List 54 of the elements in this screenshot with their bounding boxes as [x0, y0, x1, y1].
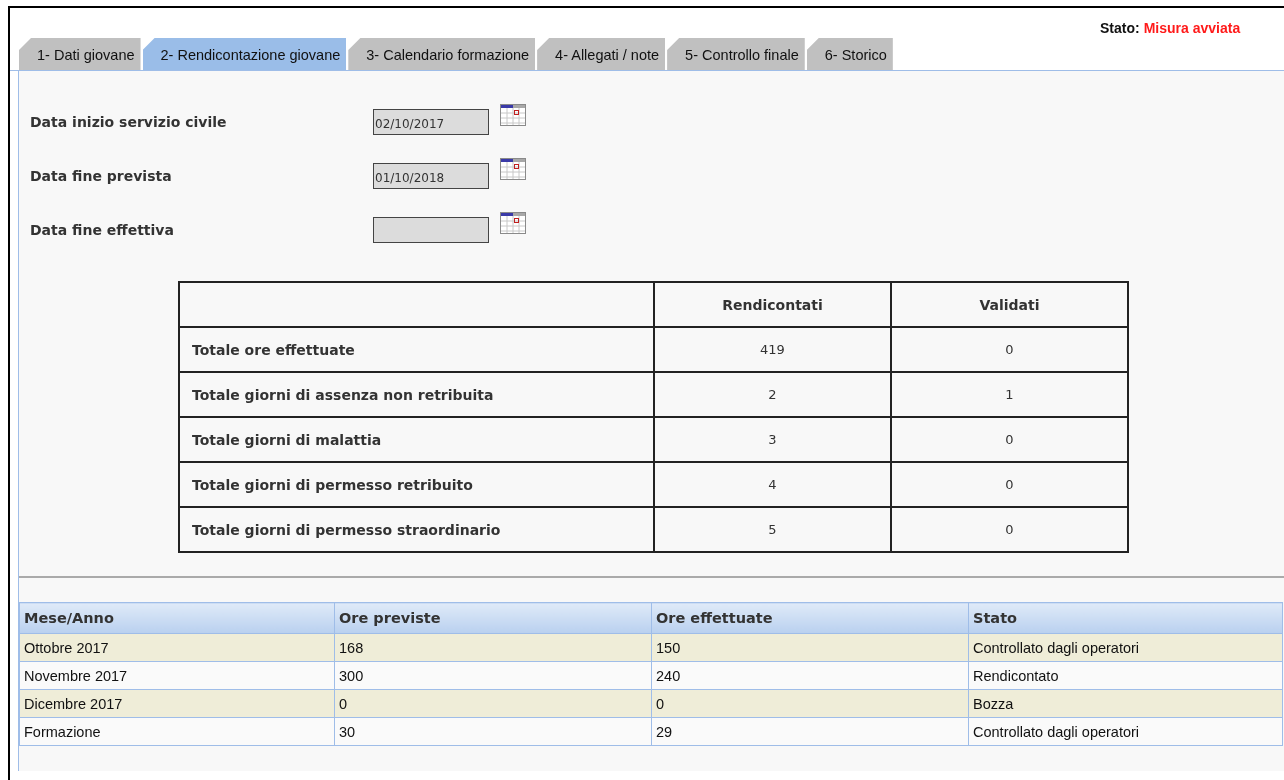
- row-label: Totale ore effettuate: [179, 327, 654, 372]
- table-cell: Dicembre 2017: [19, 689, 335, 718]
- table-cell: 150: [651, 633, 969, 662]
- table-cell: 0: [891, 462, 1128, 507]
- table-cell: 2: [654, 372, 891, 417]
- table-cell: Novembre 2017: [19, 661, 335, 690]
- field-label: Data fine effettiva: [30, 222, 175, 238]
- calendar-icon[interactable]: [500, 104, 526, 126]
- table-cell: 0: [334, 689, 652, 718]
- table-cell: 300: [334, 661, 652, 690]
- status-value: Misura avviata: [1143, 20, 1241, 36]
- date-field[interactable]: 01/10/2018: [373, 163, 489, 189]
- tab[interactable]: 3- Calendario formazione: [348, 38, 536, 70]
- table-cell: Rendicontato: [968, 661, 1283, 690]
- row-label: Totale giorni di assenza non retribuita: [179, 372, 654, 417]
- tab[interactable]: 6- Storico: [806, 38, 893, 70]
- status-label: Stato:: [1100, 20, 1140, 36]
- row-label: Totale giorni di malattia: [179, 417, 654, 462]
- table-cell: 0: [891, 507, 1128, 552]
- table-cell: 0: [891, 417, 1128, 462]
- tab[interactable]: 2- Rendicontazione giovane: [142, 38, 347, 70]
- column-header: Mese/Anno: [19, 602, 335, 634]
- table-cell: 0: [651, 689, 969, 718]
- table-cell: Controllato dagli operatori: [968, 717, 1283, 746]
- calendar-icon[interactable]: [500, 158, 526, 180]
- column-header: Stato: [968, 602, 1283, 634]
- column-header: Ore effettuate: [651, 602, 969, 634]
- table-cell: Controllato dagli operatori: [968, 633, 1283, 662]
- table-cell: 4: [654, 462, 891, 507]
- table-cell: 1: [891, 372, 1128, 417]
- tab[interactable]: 4- Allegati / note: [537, 38, 666, 70]
- table-cell: 419: [654, 327, 891, 372]
- tab[interactable]: 5- Controllo finale: [667, 38, 805, 70]
- row-label: Totale giorni di permesso straordinario: [179, 507, 654, 552]
- table-cell: 3: [654, 417, 891, 462]
- table-cell: 5: [654, 507, 891, 552]
- column-header: Ore previste: [334, 602, 652, 634]
- table-cell: 0: [891, 327, 1128, 372]
- table-cell: 29: [651, 717, 969, 746]
- table-cell: 30: [334, 717, 652, 746]
- table-cell: 240: [651, 661, 969, 690]
- calendar-icon[interactable]: [500, 212, 526, 234]
- column-header: Validati: [891, 282, 1128, 327]
- field-label: Data inizio servizio civile: [30, 114, 228, 130]
- table-cell: 168: [334, 633, 652, 662]
- tab[interactable]: 1- Dati giovane: [19, 38, 141, 70]
- date-field[interactable]: [373, 217, 489, 243]
- column-header: Rendicontati: [654, 282, 891, 327]
- table-cell: Formazione: [19, 717, 335, 746]
- row-label: Totale giorni di permesso retribuito: [179, 462, 654, 507]
- table-cell: Ottobre 2017: [19, 633, 335, 662]
- table-cell: Bozza: [968, 689, 1283, 718]
- date-field[interactable]: 02/10/2017: [373, 109, 489, 135]
- field-label: Data fine prevista: [30, 168, 173, 184]
